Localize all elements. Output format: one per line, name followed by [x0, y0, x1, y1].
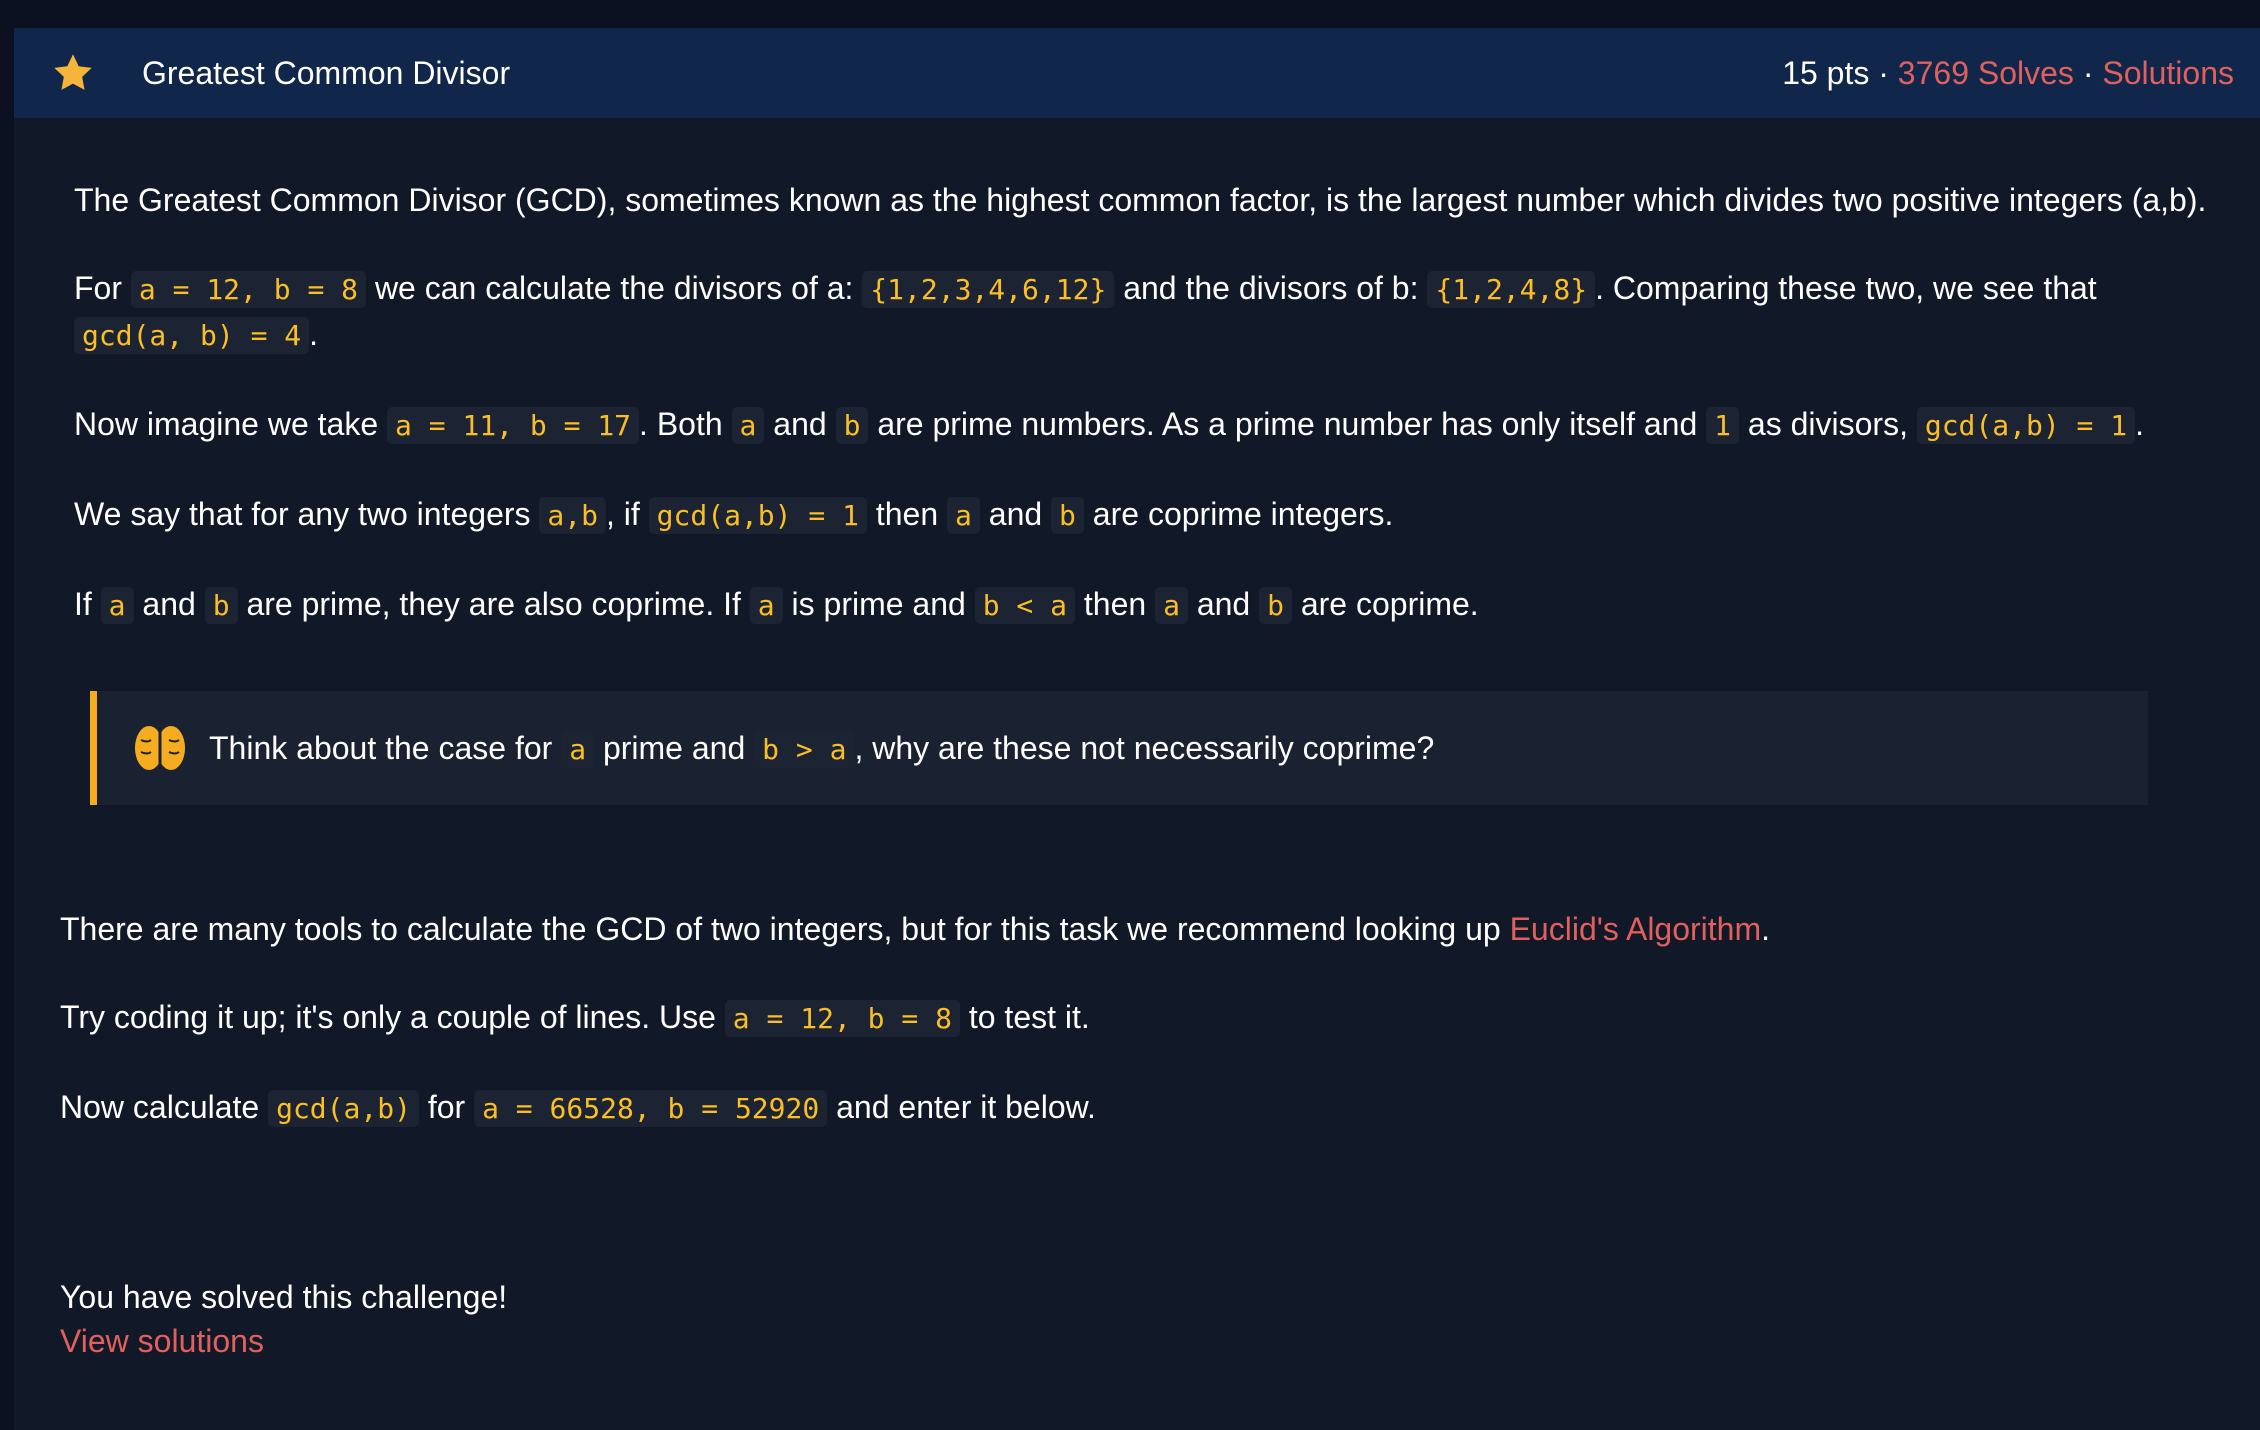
paragraph-gcd-definition: The Greatest Common Divisor (GCD), somet…: [74, 178, 2214, 222]
paragraph-text: and: [979, 496, 1052, 532]
paragraph-text: If: [74, 586, 101, 622]
paragraph-primes: Now imagine we take a = 11, b = 17. Both…: [74, 402, 2214, 448]
code-snippet: a = 12, b = 8: [724, 1000, 960, 1037]
star-icon[interactable]: [50, 50, 96, 96]
code-snippet: a: [731, 407, 765, 444]
paragraph-text: We say that for any two integers: [74, 496, 540, 532]
code-snippet: gcd(a, b) = 4: [74, 317, 310, 354]
paragraph-text: and: [764, 406, 836, 442]
code-snippet: a: [1155, 587, 1188, 624]
code-snippet: b < a: [974, 587, 1075, 624]
code-snippet: a,b: [539, 497, 606, 534]
euclid-algorithm-link[interactable]: Euclid's Algorithm: [1510, 911, 1762, 947]
paragraph-text: .: [1761, 911, 1771, 947]
solutions-link[interactable]: Solutions: [2102, 55, 2234, 91]
points-label: 15 pts: [1782, 54, 1870, 91]
paragraph-text: Now calculate: [60, 1089, 269, 1125]
paragraph-coprime-definition: We say that for any two integers a,b, if…: [74, 492, 2214, 538]
paragraph-text: to test it.: [959, 999, 1090, 1035]
code-snippet: a = 12, b = 8: [130, 271, 367, 308]
code-snippet: b > a: [754, 730, 855, 768]
paragraph-text: For: [74, 270, 131, 306]
paragraph-text: for: [418, 1089, 475, 1125]
code-snippet: {1,2,3,4,6,12}: [862, 271, 1115, 308]
meta-separator: ·: [2073, 54, 2103, 91]
paragraph-example: For a = 12, b = 8 we can calculate the d…: [74, 266, 2214, 358]
code-snippet: b: [1051, 497, 1084, 534]
paragraph-text: . Both: [639, 406, 732, 442]
brain-icon: [135, 726, 185, 770]
code-snippet: a: [561, 730, 595, 768]
paragraph-text: then: [1075, 586, 1156, 622]
paragraph-text: and the divisors of b:: [1114, 270, 1428, 306]
meta-separator: ·: [1869, 54, 1898, 91]
paragraph-text: are coprime.: [1291, 586, 1479, 622]
solved-notice: You have solved this challenge! View sol…: [60, 1275, 507, 1363]
paragraph-text: and: [133, 586, 205, 622]
code-snippet: gcd(a,b): [268, 1090, 419, 1127]
code-snippet: b: [835, 407, 869, 444]
paragraph-coprime-rules: If a and b are prime, they are also copr…: [74, 582, 2214, 628]
hint-callout: Think about the case for a prime and b >…: [90, 691, 2148, 805]
paragraph-text: and enter it below.: [827, 1089, 1096, 1125]
paragraph-test: Try coding it up; it's only a couple of …: [60, 995, 2200, 1041]
challenge-header[interactable]: Greatest Common Divisor 15 pts · 3769 So…: [14, 28, 2260, 118]
solves-link[interactable]: 3769 Solves: [1898, 55, 2074, 91]
paragraph-text: are prime numbers. As a prime number has…: [868, 406, 1707, 442]
paragraph-text: Think about the case for: [209, 729, 562, 766]
code-snippet: {1,2,4,8}: [1427, 271, 1596, 308]
hint-text: Think about the case for a prime and b >…: [209, 729, 1435, 768]
paragraph-text: , why are these not necessarily coprime?: [854, 729, 1435, 766]
code-snippet: a: [749, 587, 783, 624]
paragraph-text: are coprime integers.: [1083, 496, 1394, 532]
paragraph-text: then: [866, 496, 948, 532]
challenge-meta: 15 pts · 3769 Solves · Solutions: [1782, 55, 2234, 92]
paragraph-text: prime and: [594, 729, 755, 766]
paragraph-text: we can calculate the divisors of a:: [366, 270, 863, 306]
paragraph-tools: There are many tools to calculate the GC…: [60, 907, 2200, 951]
paragraph-task: Now calculate gcd(a,b) for a = 66528, b …: [60, 1085, 2200, 1131]
code-snippet: 1: [1706, 407, 1740, 444]
challenge-title: Greatest Common Divisor: [142, 54, 511, 91]
paragraph-text: Try coding it up; it's only a couple of …: [60, 999, 725, 1035]
paragraph-text: . Comparing these two, we see that: [1595, 270, 2097, 306]
paragraph-text: and: [1187, 586, 1260, 622]
code-snippet: b: [1259, 587, 1292, 624]
paragraph-text: There are many tools to calculate the GC…: [60, 911, 1510, 947]
paragraph-text: .: [2135, 406, 2145, 442]
paragraph-text: is prime and: [782, 586, 975, 622]
code-snippet: a: [100, 587, 134, 624]
paragraph-text: .: [309, 316, 319, 352]
paragraph-text: , if: [605, 496, 649, 532]
code-snippet: b: [204, 587, 238, 624]
code-snippet: a = 66528, b = 52920: [474, 1090, 828, 1127]
challenge-instructions: There are many tools to calculate the GC…: [60, 907, 2200, 1175]
code-snippet: gcd(a,b) = 1: [648, 497, 867, 534]
solved-message: You have solved this challenge!: [60, 1279, 508, 1315]
challenge-description: The Greatest Common Divisor (GCD), somet…: [74, 178, 2214, 672]
code-snippet: a = 11, b = 17: [387, 407, 640, 444]
paragraph-text: are prime, they are also coprime. If: [237, 586, 750, 622]
code-snippet: gcd(a,b) = 1: [1916, 407, 2136, 444]
view-solutions-link[interactable]: View solutions: [60, 1323, 264, 1359]
paragraph-text: as divisors,: [1739, 406, 1917, 442]
paragraph-text: Now imagine we take: [74, 406, 388, 442]
code-snippet: a: [947, 497, 980, 534]
paragraph-text: The Greatest Common Divisor (GCD), somet…: [74, 182, 2207, 218]
